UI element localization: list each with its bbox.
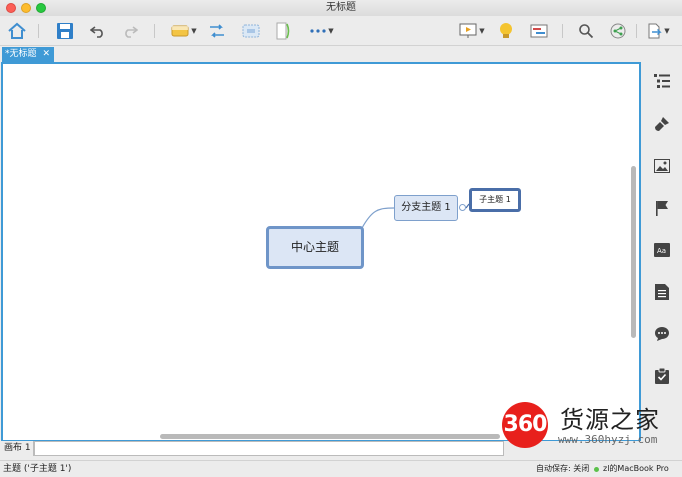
presentation-icon[interactable]: ▼ bbox=[456, 20, 488, 42]
chevron-down-icon: ▼ bbox=[328, 27, 334, 35]
watermark-url: www.360hyzj.com bbox=[558, 433, 658, 446]
marker-icon[interactable] bbox=[652, 198, 672, 218]
watermark-title: 货源之家 bbox=[560, 406, 660, 434]
close-window-button[interactable] bbox=[6, 3, 16, 13]
window-title: 无标题 bbox=[326, 2, 356, 13]
format-icon[interactable] bbox=[652, 114, 672, 134]
text-icon[interactable]: Aa bbox=[652, 240, 672, 260]
relationship-icon[interactable] bbox=[206, 20, 228, 42]
undo-icon[interactable] bbox=[88, 20, 108, 42]
redo-icon[interactable] bbox=[120, 20, 140, 42]
chevron-down-icon: ▼ bbox=[191, 27, 197, 35]
toolbar-separator bbox=[562, 24, 563, 38]
image-icon[interactable] bbox=[652, 156, 672, 176]
toolbar-separator bbox=[636, 24, 637, 38]
status-bar: 主题 ('子主题 1') 自动保存: 关闭 zl的MacBook Pro bbox=[0, 460, 682, 477]
home-icon[interactable] bbox=[6, 20, 28, 42]
autosave-status[interactable]: 自动保存: 关闭 bbox=[536, 461, 589, 477]
watermark-logo: 360 货源之家 www.360hyzj.com bbox=[500, 400, 682, 460]
save-icon[interactable] bbox=[54, 20, 76, 42]
vertical-scrollbar[interactable] bbox=[631, 166, 636, 338]
chevron-down-icon: ▼ bbox=[479, 27, 485, 35]
more-icon[interactable]: ▼ bbox=[306, 20, 338, 42]
horizontal-scrollbar[interactable] bbox=[160, 434, 500, 439]
idea-icon[interactable] bbox=[496, 20, 516, 42]
online-status-dot bbox=[594, 467, 599, 472]
chevron-down-icon: ▼ bbox=[664, 27, 670, 35]
export-icon[interactable]: ▼ bbox=[642, 20, 674, 42]
tab-untitled[interactable]: *无标题 ✕ bbox=[2, 47, 54, 62]
logo-360: 360 bbox=[502, 402, 548, 448]
tab-label: *无标题 bbox=[5, 49, 37, 59]
central-topic[interactable]: 中心主题 bbox=[266, 226, 364, 269]
summary-icon[interactable] bbox=[272, 20, 294, 42]
sheet-tab-strip bbox=[34, 441, 504, 456]
selection-status: 主题 ('子主题 1') bbox=[3, 464, 72, 474]
search-icon[interactable] bbox=[576, 20, 596, 42]
maximize-window-button[interactable] bbox=[36, 3, 46, 13]
tab-bar: *无标题 ✕ bbox=[0, 46, 682, 62]
sub-topic[interactable]: 子主题 1 bbox=[469, 188, 521, 212]
toolbar-separator bbox=[38, 24, 39, 38]
window-title-bar: 无标题 bbox=[0, 0, 682, 16]
user-name[interactable]: zl的MacBook Pro bbox=[603, 461, 669, 477]
minimize-window-button[interactable] bbox=[21, 3, 31, 13]
task-icon[interactable] bbox=[652, 366, 672, 386]
svg-text:Aa: Aa bbox=[657, 247, 666, 255]
toolbar: ▼ ▼ ▼ ▼ bbox=[0, 16, 682, 46]
sheet-tab[interactable]: 画布 1 bbox=[1, 441, 34, 456]
topic-style-icon[interactable]: ▼ bbox=[168, 20, 200, 42]
gantt-icon[interactable] bbox=[528, 20, 550, 42]
share-icon[interactable] bbox=[608, 20, 628, 42]
boundary-icon[interactable] bbox=[240, 20, 262, 42]
notes-icon[interactable] bbox=[652, 282, 672, 302]
collapse-toggle[interactable] bbox=[459, 204, 466, 211]
branch-topic[interactable]: 分支主题 1 bbox=[394, 195, 458, 221]
outline-icon[interactable] bbox=[652, 71, 672, 91]
comments-icon[interactable] bbox=[652, 324, 672, 344]
toolbar-separator bbox=[154, 24, 155, 38]
close-icon[interactable]: ✕ bbox=[42, 47, 50, 62]
